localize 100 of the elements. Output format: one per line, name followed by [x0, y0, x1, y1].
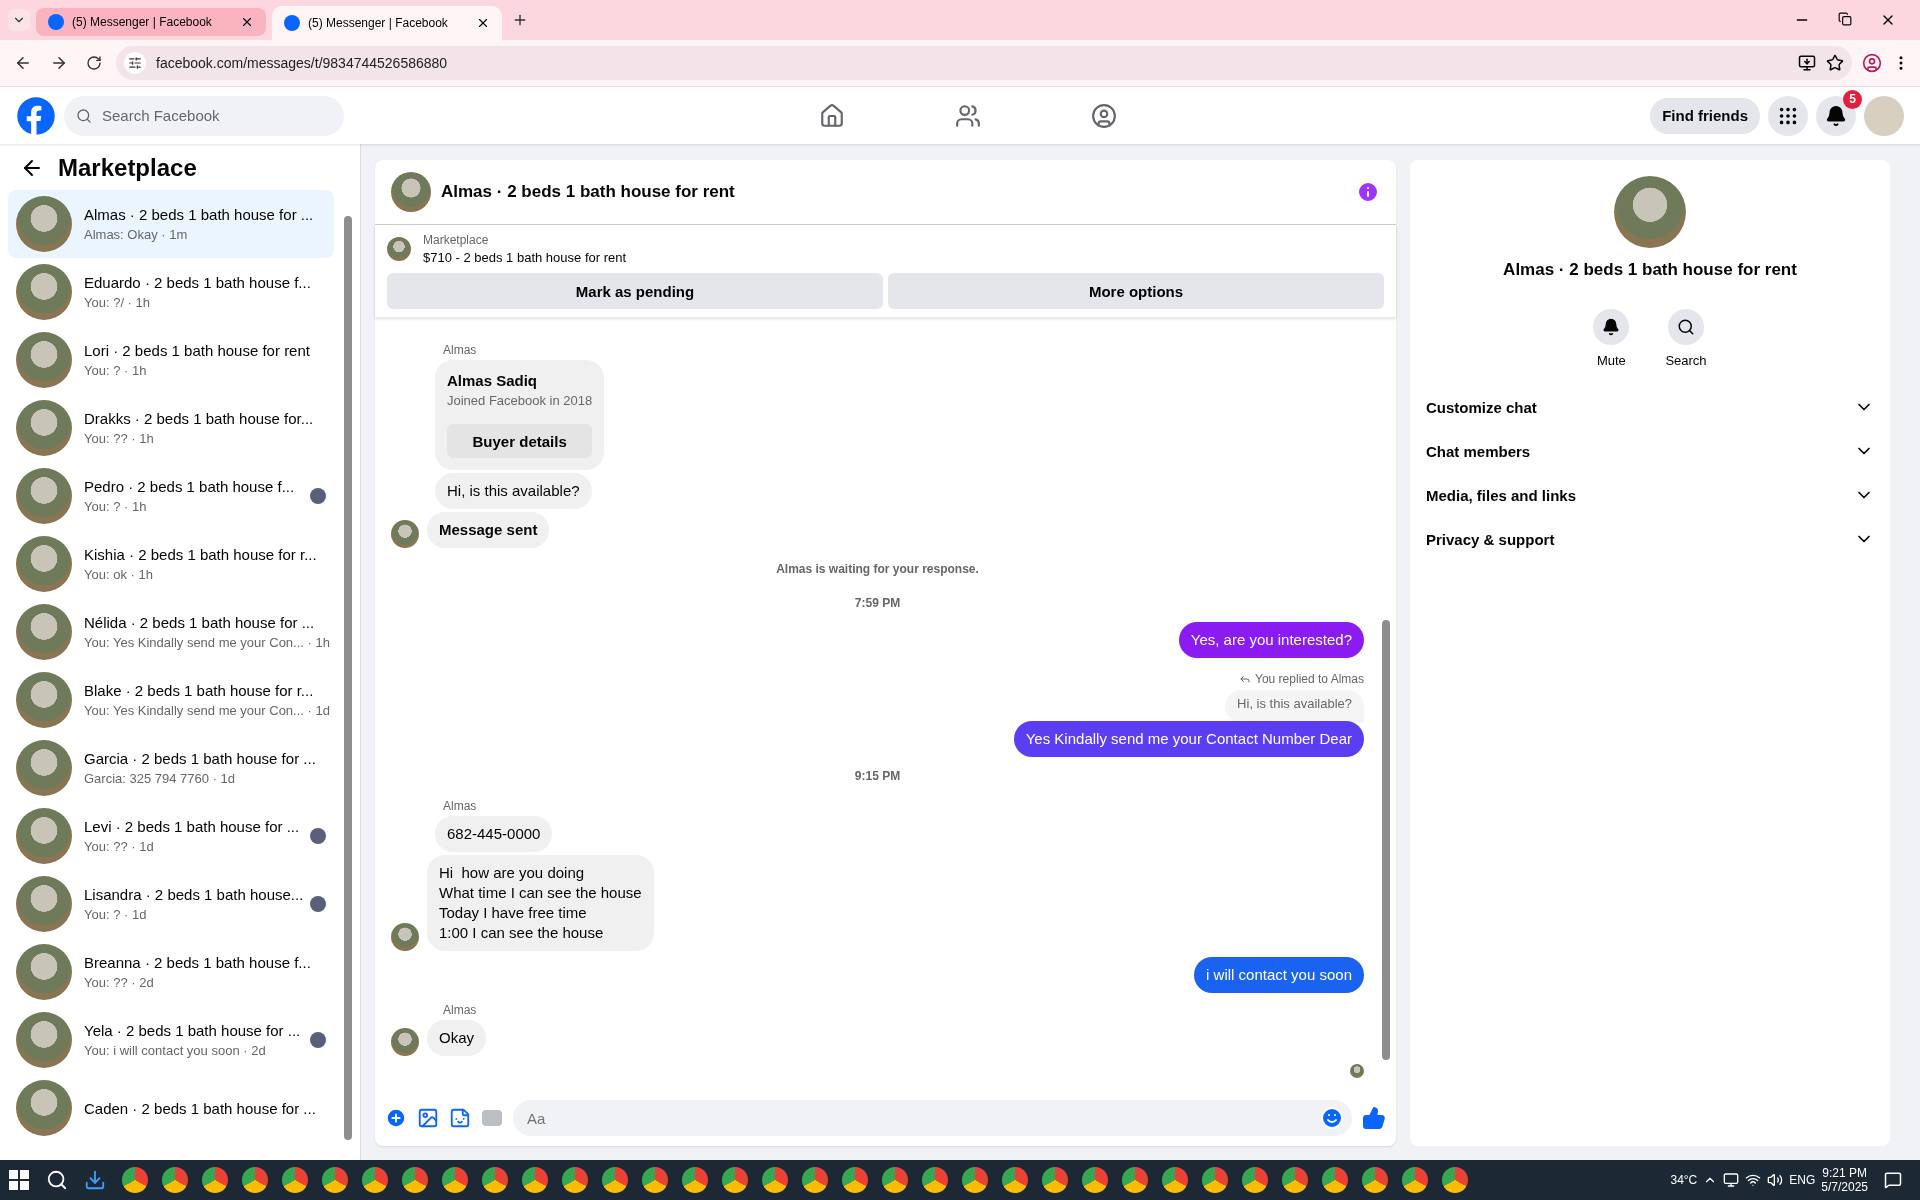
message-input[interactable]: Aa	[525, 1108, 1320, 1128]
install-icon[interactable]	[1798, 54, 1816, 72]
browser-icon[interactable]	[1402, 1167, 1428, 1193]
browser-icon[interactable]	[1322, 1167, 1348, 1193]
like-icon[interactable]	[1362, 1106, 1386, 1130]
conversation-item[interactable]: Nélida · 2 beds 1 bath house for ... You: Yes Kindally send me your Con... · 1h	[8, 598, 334, 666]
browser-icon[interactable]	[122, 1167, 148, 1193]
emoji-icon[interactable]	[1320, 1106, 1344, 1130]
browser-icon[interactable]	[842, 1167, 868, 1193]
site-settings-button[interactable]	[124, 52, 146, 74]
conversation-item[interactable]: Caden · 2 beds 1 bath house for ...	[8, 1074, 334, 1142]
browser-tab[interactable]: (5) Messenger | Facebook	[36, 8, 266, 36]
quoted-message: Hi, is this available?	[1225, 690, 1364, 723]
notification-badge: 5	[1843, 89, 1862, 109]
browser-icon[interactable]	[1162, 1167, 1188, 1193]
restore-icon[interactable]	[1838, 12, 1852, 26]
browser-icon[interactable]	[762, 1167, 788, 1193]
listing-action-button[interactable]: Mark as pending	[387, 273, 883, 309]
conversation-item[interactable]: Breanna · 2 beds 1 bath house f... You: ?? · 2d	[8, 938, 334, 1006]
browser-icon[interactable]	[1122, 1167, 1148, 1193]
conversation-item[interactable]: Garcia · 2 beds 1 bath house for ... Garcia: 325 794 7760 · 1d	[8, 734, 334, 802]
clock-time[interactable]: 9:21 PM	[1822, 1166, 1867, 1180]
conversation-item[interactable]: Drakks · 2 beds 1 bath house for... You: ?? · 1h	[8, 394, 334, 462]
browser-icon[interactable]	[202, 1167, 228, 1193]
profile-icon[interactable]	[1862, 53, 1882, 73]
browser-icon[interactable]	[1242, 1167, 1268, 1193]
browser-tab[interactable]: (5) Messenger | Facebook	[272, 6, 502, 40]
details-section[interactable]: Privacy & support	[1410, 517, 1890, 561]
close-icon[interactable]	[476, 16, 490, 30]
scrollbar[interactable]	[344, 216, 352, 1140]
browser-icon[interactable]	[1442, 1167, 1468, 1193]
facebook-favicon	[284, 15, 300, 31]
info-icon[interactable]	[1356, 180, 1380, 204]
browser-icon[interactable]	[482, 1167, 508, 1193]
details-section[interactable]: Customize chat	[1410, 385, 1890, 429]
network-icon[interactable]	[1745, 1172, 1762, 1188]
conversation-item[interactable]: Levi · 2 beds 1 bath house for ... You: ?? · 1d	[8, 802, 334, 870]
photo-placeholder	[16, 1080, 72, 1136]
browser-icon[interactable]	[1362, 1167, 1388, 1193]
conversation-item[interactable]: Lisandra · 2 beds 1 bath house... You: ? · 1d	[8, 870, 334, 938]
message-box[interactable]: Aa	[513, 1100, 1352, 1136]
volume-icon[interactable]	[1767, 1172, 1784, 1188]
browser-icon[interactable]	[322, 1167, 348, 1193]
conversation-item[interactable]: Eduardo · 2 beds 1 bath house f... You: ?/ · 1h	[8, 258, 334, 326]
browser-icon[interactable]	[602, 1167, 628, 1193]
browser-icon[interactable]	[722, 1167, 748, 1193]
details-section[interactable]: Chat members	[1410, 429, 1890, 473]
search-field[interactable]: Search Facebook	[100, 106, 332, 125]
browser-icon[interactable]	[242, 1167, 268, 1193]
conversation-item[interactable]: Lori · 2 beds 1 bath house for rent You: ? · 1h	[8, 326, 334, 394]
sticker-icon[interactable]	[449, 1107, 471, 1129]
buyer-details-button[interactable]: Buyer details	[447, 424, 593, 458]
groups-icon	[1091, 102, 1117, 129]
browser-icon[interactable]	[682, 1167, 708, 1193]
browser-icon[interactable]	[1002, 1167, 1028, 1193]
listing-action-button[interactable]: More options	[888, 273, 1384, 309]
menu-button[interactable]	[1768, 95, 1808, 136]
search-icon[interactable]	[46, 1169, 68, 1191]
bookmark-star-icon[interactable]	[1826, 54, 1844, 72]
add-icon[interactable]	[385, 1107, 407, 1129]
mute-button[interactable]: Mute	[1587, 308, 1636, 369]
browser-icon[interactable]	[362, 1167, 388, 1193]
display-icon[interactable]	[1723, 1172, 1740, 1188]
browser-icon[interactable]	[562, 1167, 588, 1193]
conversation-item[interactable]: Kishia · 2 beds 1 bath house for r... You: ok · 1h	[8, 530, 334, 598]
browser-icon[interactable]	[802, 1167, 828, 1193]
browser-icon[interactable]	[962, 1167, 988, 1193]
browser-icon[interactable]	[442, 1167, 468, 1193]
details-section[interactable]: Media, files and links	[1410, 473, 1890, 517]
conversation-item[interactable]: Blake · 2 beds 1 bath house for r... You: Yes Kindally send me your Con... · 1d	[8, 666, 334, 734]
browser-icon[interactable]	[642, 1167, 668, 1193]
waiting-notice: Almas is waiting for your response.	[775, 562, 980, 576]
facebook-logo[interactable]	[16, 95, 56, 136]
search-box[interactable]: Search Facebook	[64, 95, 344, 136]
find-friends-button[interactable]: Find friends	[1650, 97, 1760, 134]
scrollbar[interactable]	[1382, 620, 1390, 1060]
browser-icon[interactable]	[1202, 1167, 1228, 1193]
url-text[interactable]: facebook.com/messages/t/9834744526586880	[156, 55, 448, 71]
browser-icon[interactable]	[522, 1167, 548, 1193]
browser-icon[interactable]	[922, 1167, 948, 1193]
conversation-item[interactable]: Pedro · 2 beds 1 bath house f... You: ? · 1h	[8, 462, 334, 530]
browser-icon[interactable]	[882, 1167, 908, 1193]
browser-icon[interactable]	[1042, 1167, 1068, 1193]
image-icon[interactable]	[417, 1107, 439, 1129]
windows-start-icon[interactable]	[8, 1169, 30, 1191]
conversation-item[interactable]: Yela · 2 beds 1 bath house for ... You: i will contact you soon · 2d	[8, 1006, 334, 1074]
conversation-item[interactable]: Almas · 2 beds 1 bath house for ... Almas: Okay · 1m	[8, 190, 334, 258]
language[interactable]: ENG	[1789, 1173, 1816, 1187]
browser-icon[interactable]	[1282, 1167, 1308, 1193]
browser-icon[interactable]	[1082, 1167, 1108, 1193]
browser-icon[interactable]	[162, 1167, 188, 1193]
browser-icon[interactable]	[402, 1167, 428, 1193]
tab-list-button[interactable]	[8, 9, 30, 31]
notifications-button[interactable]	[1816, 95, 1856, 136]
clock-date[interactable]: 5/7/2025	[1821, 1180, 1868, 1194]
download-icon[interactable]	[84, 1169, 106, 1191]
notifications-icon[interactable]	[1884, 1171, 1902, 1189]
close-icon[interactable]	[240, 15, 254, 29]
search-button[interactable]: Search	[1659, 308, 1713, 369]
browser-icon[interactable]	[282, 1167, 308, 1193]
